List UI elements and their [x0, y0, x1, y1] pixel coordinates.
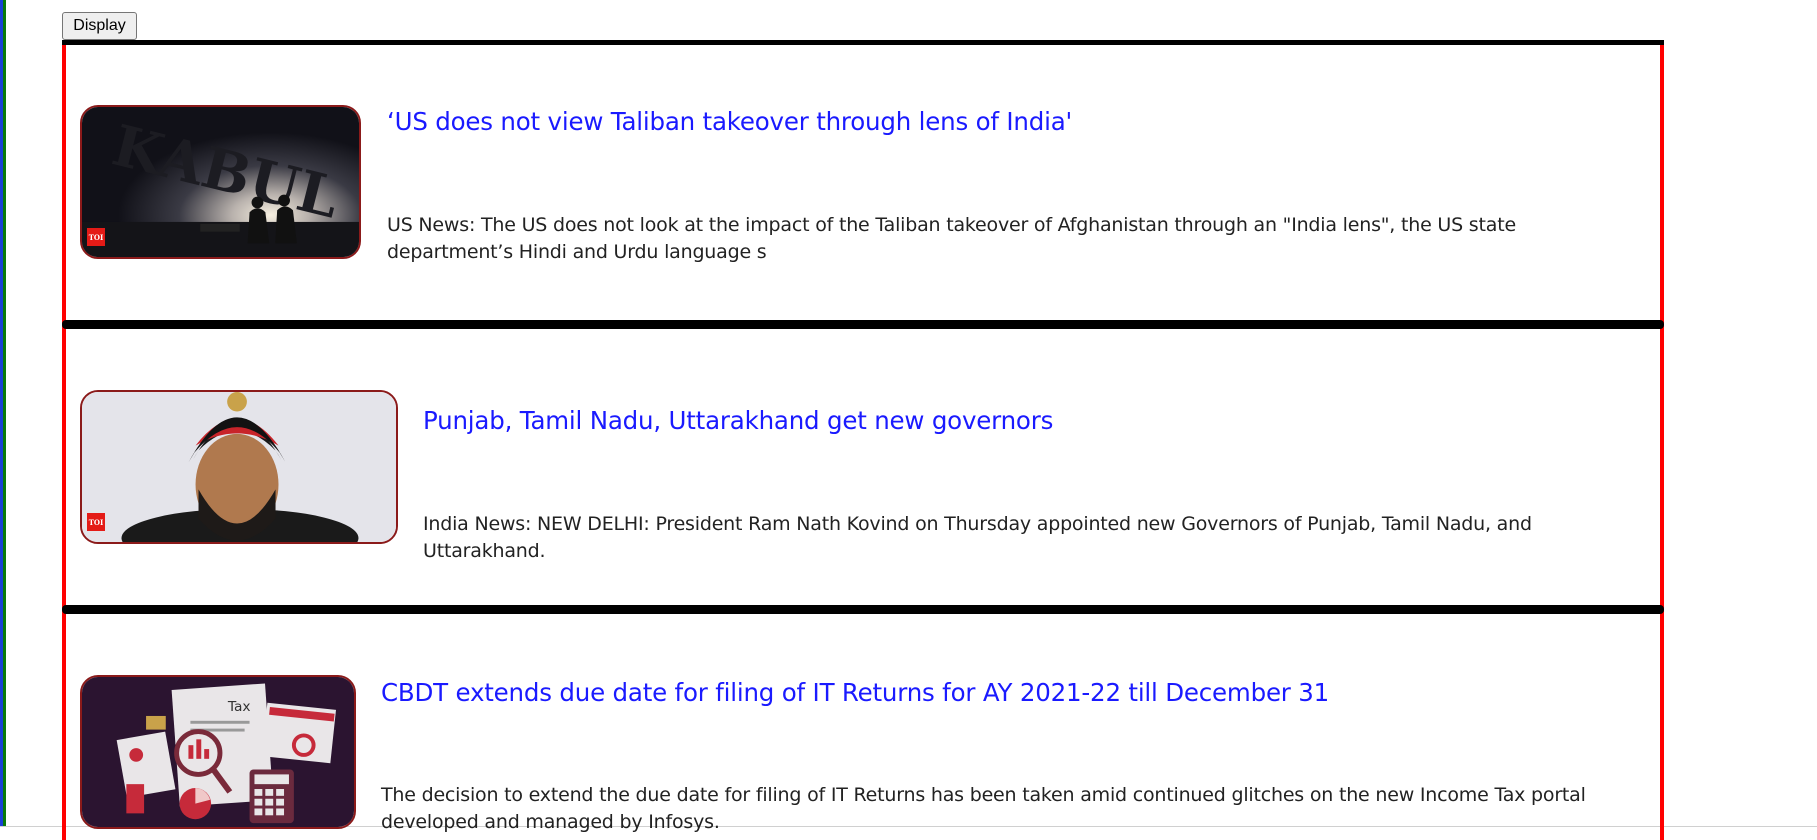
article-description: The decision to extend the due date for … [381, 784, 1586, 833]
article-thumbnail-governor[interactable]: TOI [80, 390, 398, 544]
governor-portrait-image [82, 392, 396, 542]
article-separator [62, 605, 1664, 614]
article-title-link[interactable]: ‘US does not view Taliban takeover throu… [387, 107, 1072, 136]
tax-illustration-image: Tax [82, 677, 354, 827]
article-title-link[interactable]: CBDT extends due date for filing of IT R… [381, 678, 1329, 707]
feed-top-border [62, 40, 1664, 45]
article-thumbnail-kabul[interactable]: KABUL TOI [80, 105, 361, 259]
toi-badge: TOI [87, 513, 105, 531]
left-accent-bar [0, 0, 6, 827]
article-title-link[interactable]: Punjab, Tamil Nadu, Uttarakhand get new … [423, 406, 1053, 435]
article-thumbnail-tax[interactable]: Tax [80, 675, 356, 829]
article-description: US News: The US does not look at the imp… [387, 214, 1516, 263]
article-separator [62, 320, 1664, 329]
kabul-sunset-image: KABUL [82, 107, 359, 257]
toi-badge: TOI [87, 228, 105, 246]
article-description: India News: NEW DELHI: President Ram Nat… [423, 513, 1532, 562]
svg-text:Tax: Tax [227, 699, 251, 715]
display-button[interactable]: Display [62, 12, 137, 40]
